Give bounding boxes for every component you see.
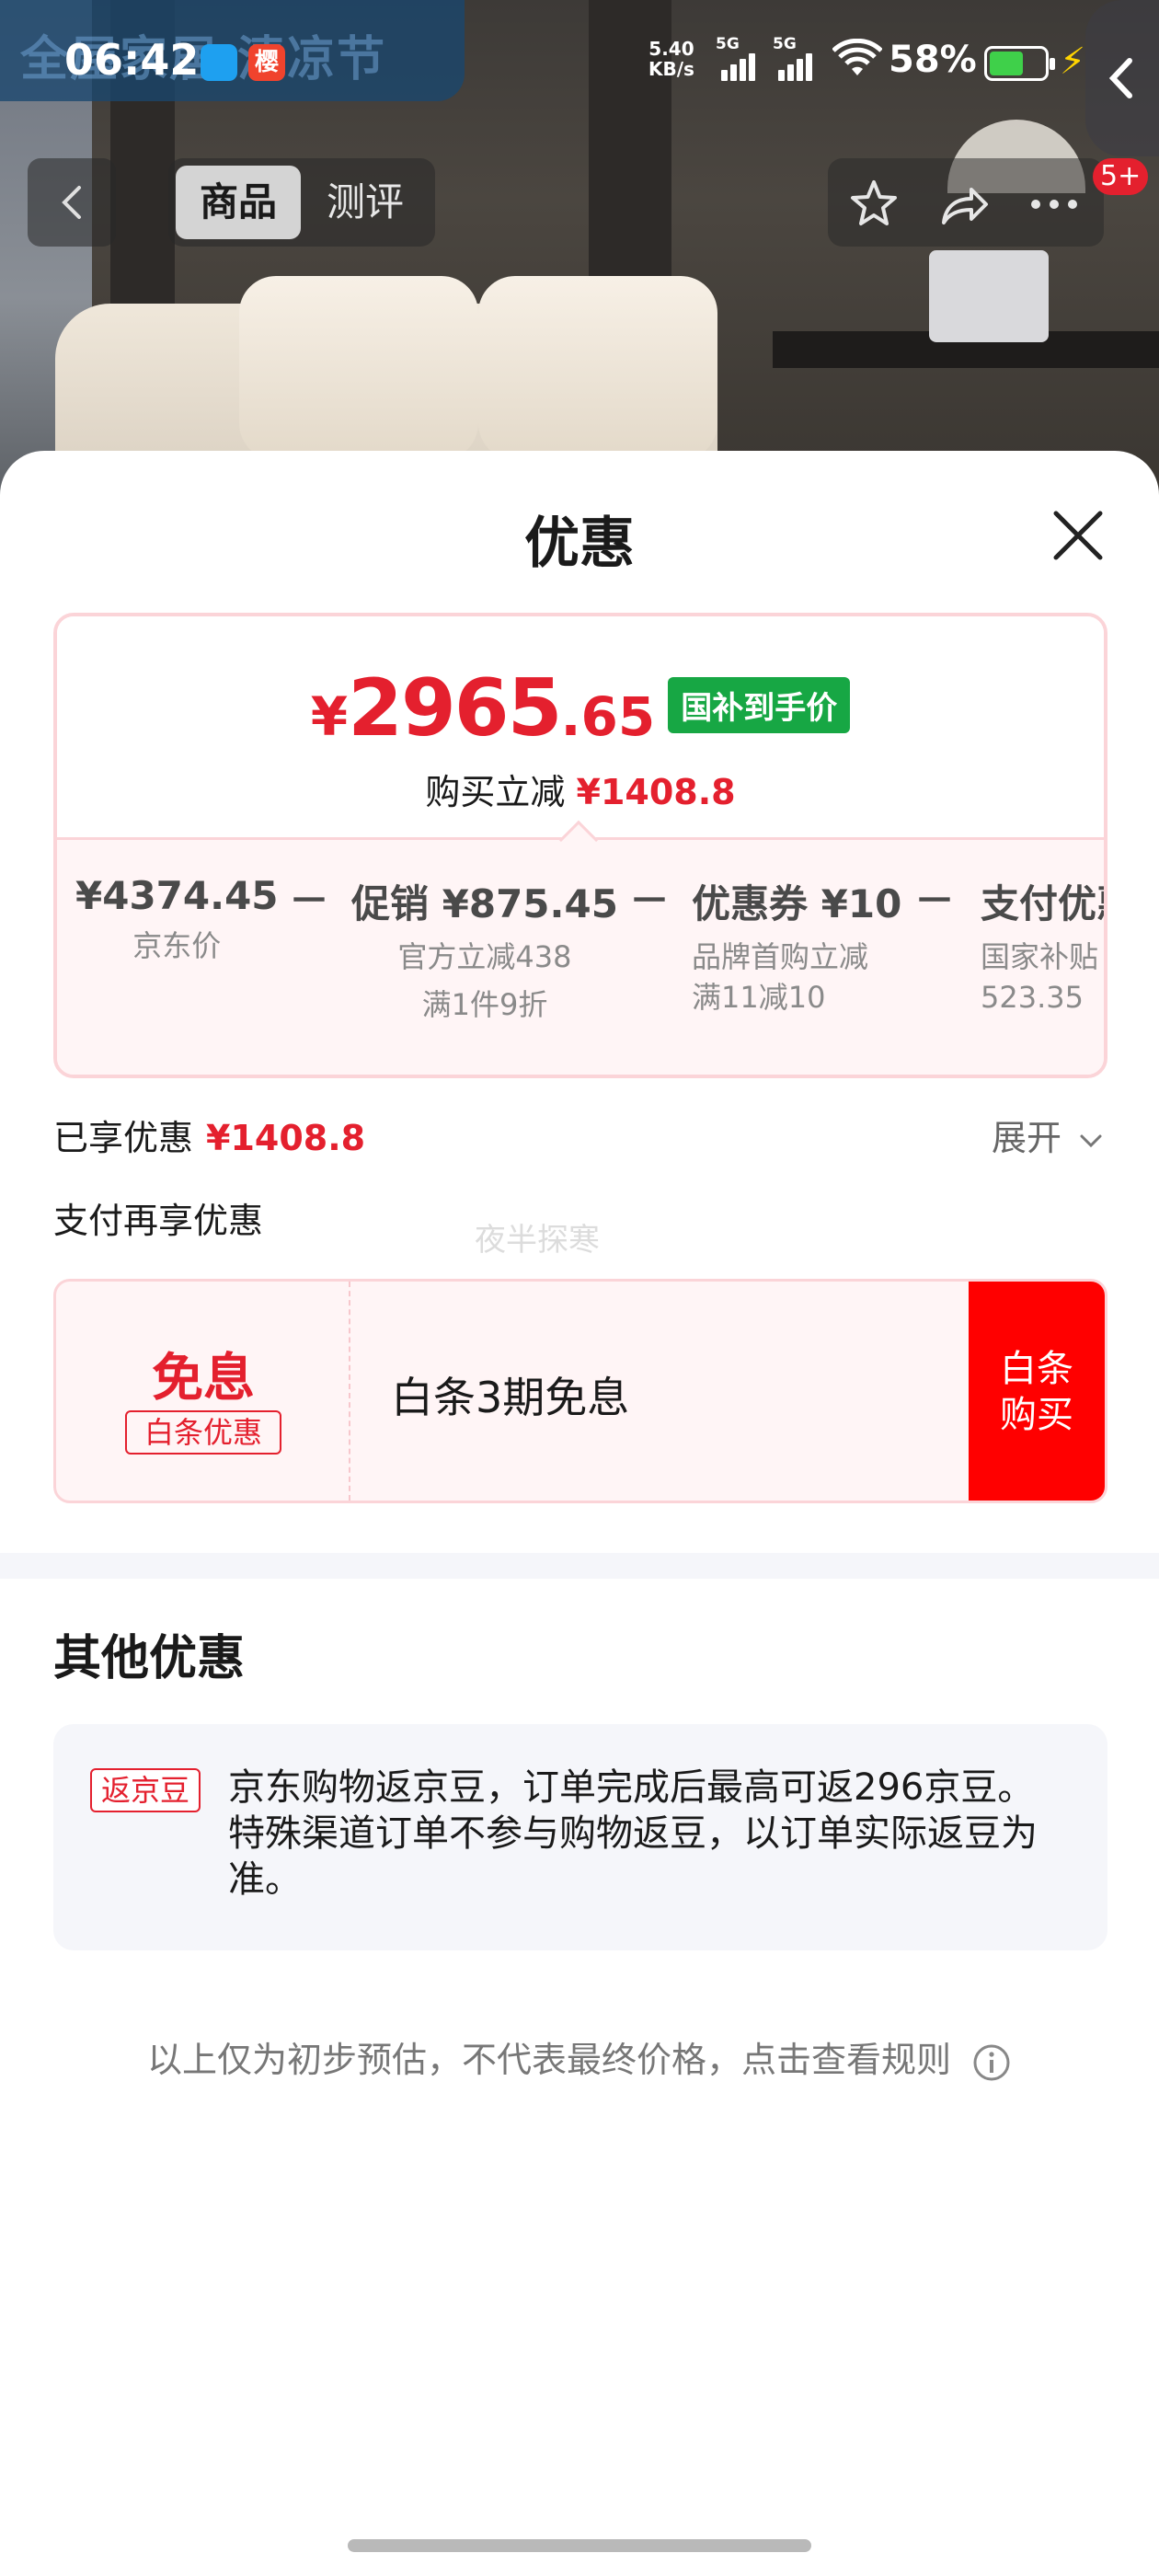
- footnote-text: 以上仅为初步预估，不代表最终价格，点击查看规则: [146, 2040, 951, 2080]
- breakdown-item: 支付优惠 国家补贴 523.35: [981, 873, 1104, 1015]
- message-count-badge: 5+: [1093, 158, 1149, 195]
- tab-product[interactable]: 商品: [176, 166, 301, 239]
- chevron-down-icon: [1080, 1134, 1102, 1147]
- breakdown-sub: 满1件9折: [421, 987, 548, 1022]
- breakdown-sub: 官方立减438: [397, 939, 572, 974]
- offer-tag: 白条优惠: [125, 1410, 281, 1455]
- baitiao-offer-card[interactable]: 免息 白条优惠 白条3期免息 白条 购买: [53, 1279, 1107, 1503]
- back-icon: [62, 186, 81, 219]
- share-icon[interactable]: [936, 177, 992, 232]
- enjoyed-label: 已享优惠: [53, 1118, 194, 1158]
- breakdown-sub: 品牌首购立减: [692, 939, 869, 974]
- reduction-amount: ¥1408.8: [576, 772, 736, 812]
- breakdown-sub: 523.35: [981, 980, 1084, 1015]
- breakdown-item: 促销 ¥875.45 官方立减438 满1件9折: [351, 873, 618, 1029]
- signal-icon: 5G: [773, 35, 817, 81]
- offer-big-label: 免息: [152, 1349, 255, 1409]
- signal-label: 5G: [773, 35, 797, 53]
- button-line: 白条: [1000, 1348, 1073, 1390]
- charging-bolt-icon: ⚡: [1060, 40, 1086, 83]
- expand-label: 展开: [992, 1118, 1062, 1158]
- net-speed-unit: KB/s: [648, 58, 694, 80]
- sheet-title: 优惠: [524, 512, 635, 576]
- price-integer: 2965: [348, 662, 562, 754]
- close-icon[interactable]: [1049, 506, 1107, 565]
- laptop-decor: [929, 250, 1049, 342]
- enjoyed-discount: 已享优惠 ¥1408.8: [53, 1110, 365, 1160]
- price-summary: ¥2965.65 国补到手价 购买立减 ¥1408.8: [57, 616, 1104, 837]
- breakdown-head: ¥4374.45: [75, 873, 279, 918]
- info-icon[interactable]: [971, 2042, 1012, 2083]
- nav-actions: [828, 158, 1104, 247]
- reduction-label: 购买立减: [425, 772, 566, 812]
- expand-button[interactable]: 展开: [992, 1110, 1104, 1160]
- battery-percent: 58%: [889, 39, 977, 81]
- nav-tabs: 商品 测评: [168, 158, 435, 247]
- baitiao-buy-button[interactable]: 白条 购买: [969, 1282, 1105, 1501]
- rules-footnote[interactable]: 以上仅为初步预估，不代表最终价格，点击查看规则: [0, 2031, 1159, 2083]
- final-price: ¥2965.65 国补到手价: [57, 662, 1104, 754]
- offer-description: 白条3期免息: [391, 1373, 630, 1422]
- breakdown-item: 优惠券 ¥10 品牌首购立减 满11减10: [692, 873, 901, 1014]
- breakdown-sub: 国家补贴: [981, 939, 1099, 974]
- status-time: 06:42: [64, 35, 200, 85]
- offer-label-block: 免息 白条优惠: [56, 1282, 350, 1501]
- star-icon[interactable]: [846, 177, 901, 232]
- signal-label: 5G: [716, 35, 740, 53]
- price-reduction: 购买立减 ¥1408.8: [57, 764, 1104, 814]
- edge-back-handle[interactable]: [1085, 0, 1159, 156]
- breakdown-item: ¥4374.45 京东价: [75, 873, 279, 970]
- status-bar: 06:42 樱 5.40 KB/s 5G 5G 58% ⚡: [0, 28, 1159, 101]
- app-notification-icon: 樱: [248, 44, 285, 81]
- app-notification-icon: [201, 44, 237, 81]
- discount-sheet: 优惠 ¥2965.65 国补到手价 购买立减 ¥1408.8 ¥4374.45 京…: [0, 451, 1159, 2576]
- other-discounts-title: 其他优惠: [53, 1631, 246, 1686]
- jingdou-description: 京东购物返京豆，订单完成后最高可返296京豆。特殊渠道订单不参与购物返豆，以订单…: [228, 1766, 1038, 1901]
- pay-more-heading: 支付再享优惠: [53, 1201, 264, 1241]
- minus-operator: －: [289, 878, 329, 925]
- jingdou-badge: 返京豆: [90, 1768, 201, 1812]
- breakdown-sub: 京东价: [132, 928, 222, 963]
- minus-operator: －: [914, 878, 955, 925]
- back-button[interactable]: [28, 158, 116, 247]
- enjoyed-amount: ¥1408.8: [206, 1118, 366, 1158]
- price-currency: ¥: [310, 685, 349, 748]
- tab-review[interactable]: 测评: [303, 166, 428, 239]
- cushion-decor: [239, 276, 478, 460]
- breakdown-head: 促销 ¥875.45: [351, 881, 618, 926]
- watermark: 夜半探寒: [475, 1222, 600, 1259]
- section-divider: [0, 1553, 1159, 1579]
- price-breakdown: ¥4374.45 京东价 － 促销 ¥875.45 官方立减438 满1件9折 …: [57, 837, 1104, 1075]
- other-discount-card: 返京豆 京东购物返京豆，订单完成后最高可返296京豆。特殊渠道订单不参与购物返豆…: [53, 1724, 1107, 1950]
- breakdown-head: 优惠券 ¥10: [692, 881, 902, 926]
- button-line: 购买: [1000, 1394, 1073, 1436]
- price-card: ¥2965.65 国补到手价 购买立减 ¥1408.8 ¥4374.45 京东价 …: [53, 613, 1107, 1078]
- net-speed-value: 5.40: [648, 38, 694, 60]
- chevron-left-icon: [1108, 58, 1132, 98]
- price-decimal: .65: [560, 685, 656, 748]
- battery-icon: [984, 46, 1055, 81]
- breakdown-head: 支付优惠: [981, 881, 1104, 926]
- minus-operator: －: [629, 878, 670, 925]
- cushion-decor: [478, 276, 717, 460]
- home-indicator[interactable]: [348, 2539, 811, 2552]
- signal-icon: 5G: [716, 35, 760, 81]
- wifi-icon: [832, 39, 882, 75]
- net-speed: 5.40 KB/s: [648, 39, 694, 79]
- breakdown-sub: 满11减10: [692, 980, 826, 1015]
- more-icon[interactable]: [1027, 177, 1082, 232]
- subsidy-price-tag: 国补到手价: [668, 677, 851, 733]
